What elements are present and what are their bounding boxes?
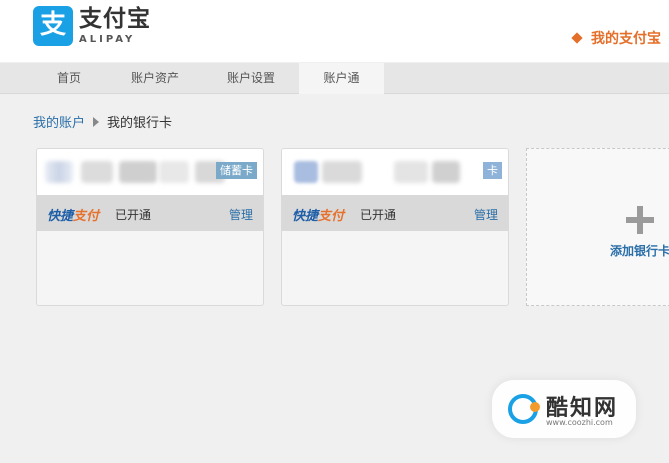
blurred-text xyxy=(394,161,428,183)
blurred-text xyxy=(159,161,189,183)
blurred-text xyxy=(432,161,460,183)
add-bank-card-label: 添加银行卡 xyxy=(610,244,669,258)
card-type-tag: 卡 xyxy=(483,162,502,179)
card-number-area: 储蓄卡 xyxy=(37,149,263,195)
quickpay-logo-a: 快捷 xyxy=(292,209,319,224)
my-alipay-link[interactable]: 我的支付宝 xyxy=(571,28,661,48)
quickpay-row: 快捷支付 已开通 管理 xyxy=(37,195,263,231)
watermark-url: www.coozhi.com xyxy=(546,418,613,427)
blurred-bank-logo xyxy=(294,161,318,183)
main-nav: 首页 账户资产 账户设置 账户通 xyxy=(0,63,669,94)
manage-link[interactable]: 管理 xyxy=(474,206,498,223)
quickpay-logo: 快捷支付 xyxy=(47,205,99,224)
breadcrumb-my-account[interactable]: 我的账户 xyxy=(33,112,85,131)
header: 支 支付宝 ALIPAY 我的支付宝 xyxy=(0,0,669,62)
blurred-text xyxy=(322,161,362,183)
manage-link[interactable]: 管理 xyxy=(229,206,253,223)
nav-item-settings[interactable]: 账户设置 xyxy=(214,63,288,94)
quickpay-status: 已开通 xyxy=(115,208,152,222)
breadcrumb-current: 我的银行卡 xyxy=(107,116,173,131)
coozhi-logo-icon xyxy=(508,394,540,424)
blurred-bank-logo xyxy=(45,161,73,183)
bank-card-2[interactable]: 卡 快捷支付 已开通 管理 xyxy=(281,148,509,306)
quickpay-row: 快捷支付 已开通 管理 xyxy=(282,195,508,231)
coozhi-watermark: 酷知网 www.coozhi.com xyxy=(492,380,636,438)
logo-cn: 支付宝 xyxy=(79,6,151,32)
alipay-logo-icon: 支 xyxy=(33,6,73,46)
diamond-icon xyxy=(571,32,583,44)
nav-item-assets[interactable]: 账户资产 xyxy=(118,63,192,94)
plus-icon xyxy=(626,206,654,234)
quickpay-logo-b: 支付 xyxy=(73,209,100,224)
breadcrumb: 我的账户 我的银行卡 xyxy=(33,112,172,131)
logo-en: ALIPAY xyxy=(79,34,136,45)
quickpay-status: 已开通 xyxy=(360,208,397,222)
bank-card-1[interactable]: 储蓄卡 快捷支付 已开通 管理 xyxy=(36,148,264,306)
card-type-tag: 储蓄卡 xyxy=(216,162,257,179)
logo-text: 支付宝 ALIPAY xyxy=(79,6,151,45)
add-bank-card-button[interactable]: 添加银行卡 xyxy=(526,148,669,306)
my-alipay-label: 我的支付宝 xyxy=(591,31,661,47)
quickpay-logo-a: 快捷 xyxy=(47,209,74,224)
blurred-text xyxy=(119,161,157,183)
breadcrumb-arrow-icon xyxy=(93,116,100,127)
card-number-area: 卡 xyxy=(282,149,508,195)
nav-item-home[interactable]: 首页 xyxy=(36,63,102,94)
blurred-text xyxy=(81,161,113,183)
quickpay-logo-b: 支付 xyxy=(318,209,345,224)
logo-mark-glyph: 支 xyxy=(39,10,66,40)
quickpay-logo: 快捷支付 xyxy=(292,205,344,224)
nav-item-account-link[interactable]: 账户通 xyxy=(299,63,384,94)
alipay-logo[interactable]: 支 支付宝 ALIPAY xyxy=(33,6,151,46)
